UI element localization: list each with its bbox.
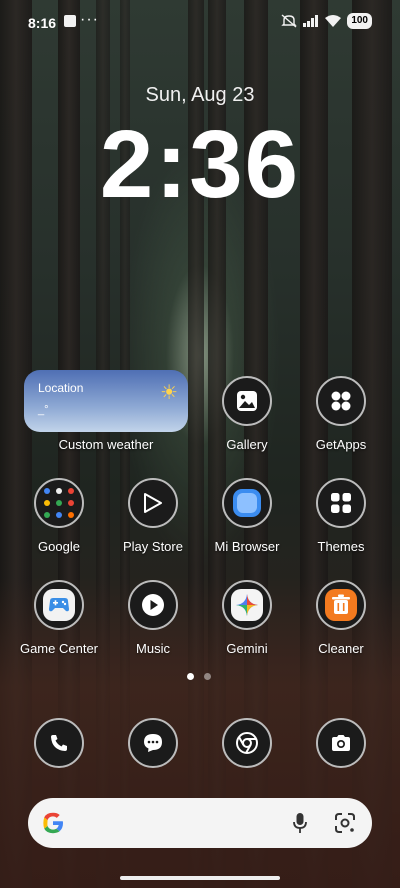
getapps-label: GetApps	[315, 437, 367, 452]
phone-icon	[51, 735, 67, 751]
chrome-app[interactable]	[222, 718, 272, 768]
phone-app[interactable]	[34, 718, 84, 768]
mute-icon	[281, 14, 298, 28]
themes-icon	[331, 493, 351, 513]
page-dot-active	[187, 673, 194, 680]
gallery-icon	[237, 391, 257, 411]
play-store-app[interactable]	[128, 478, 178, 528]
camera-icon	[332, 735, 350, 751]
status-bar: 8:16 ··· 100	[0, 0, 400, 44]
gemini-app[interactable]	[222, 580, 272, 630]
chrome-icon	[236, 732, 258, 754]
themes-label: Themes	[317, 539, 365, 554]
signal-icon	[303, 15, 319, 27]
mic-icon[interactable]	[292, 812, 308, 834]
getapps-icon	[331, 391, 351, 411]
mi-browser-app[interactable]	[222, 478, 272, 528]
wifi-icon	[325, 15, 342, 27]
page-indicator	[187, 673, 213, 681]
lockscreen-date: Sun, Aug 23	[145, 84, 255, 106]
page-dot	[204, 673, 211, 680]
google-folder-icon	[44, 488, 74, 518]
custom-weather-label: Custom weather	[58, 437, 154, 452]
lens-icon[interactable]	[334, 812, 356, 834]
cleaner-app[interactable]	[316, 580, 366, 630]
weather-location: Location	[38, 381, 84, 395]
game-center-icon	[43, 589, 75, 621]
custom-weather-widget[interactable]: Location _° ☀	[24, 370, 188, 432]
getapps-app[interactable]	[316, 376, 366, 426]
weather-temperature: _°	[38, 404, 49, 416]
messages-app[interactable]	[128, 718, 178, 768]
music-icon	[142, 594, 164, 616]
google-search-bar[interactable]	[28, 798, 372, 848]
status-time: 8:16	[28, 15, 57, 31]
google-g-icon	[43, 812, 63, 834]
mi-browser-icon	[233, 489, 261, 517]
camera-app[interactable]	[316, 718, 366, 768]
lockscreen-clock[interactable]: 2:36	[0, 110, 400, 220]
gemini-icon	[231, 589, 263, 621]
game-center-app[interactable]	[34, 580, 84, 630]
battery-indicator: 100	[347, 13, 372, 29]
gesture-home-bar[interactable]	[120, 876, 280, 880]
music-app[interactable]	[128, 580, 178, 630]
more-notifications: ···	[80, 11, 99, 28]
play-store-icon	[144, 493, 162, 513]
sun-icon: ☀	[160, 382, 178, 404]
gallery-app[interactable]	[222, 376, 272, 426]
google-folder[interactable]	[34, 478, 84, 528]
themes-app[interactable]	[316, 478, 366, 528]
messages-icon	[144, 734, 162, 752]
cleaner-icon	[325, 589, 357, 621]
notification-square-icon	[64, 15, 76, 27]
cleaner-label: Cleaner	[318, 641, 364, 656]
